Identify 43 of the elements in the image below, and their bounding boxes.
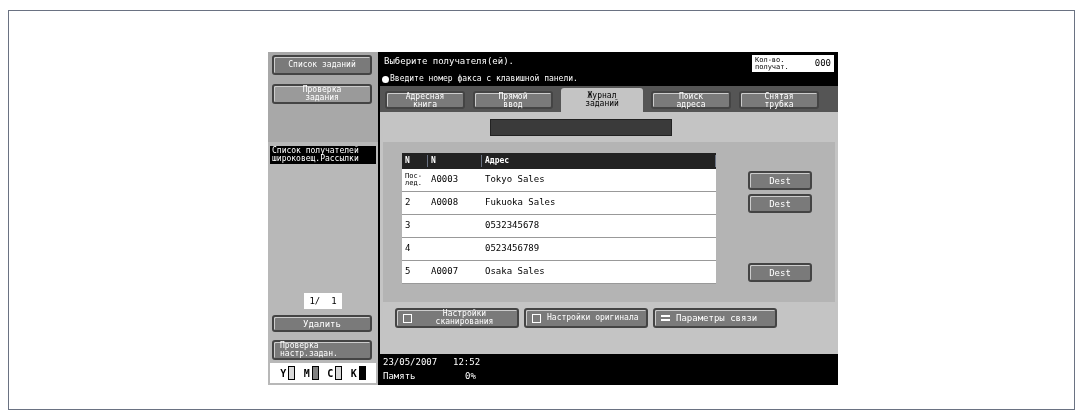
toner-label: M — [303, 366, 310, 381]
tab[interactable]: Поиск адреса — [651, 91, 731, 109]
page-counter: 1/ 1 — [304, 293, 342, 309]
table-cell-text: 3 — [404, 219, 412, 233]
table-cell-text: A0007 — [430, 265, 460, 279]
job-button[interactable]: Список заданий — [272, 55, 372, 75]
date-text: 23/05/2007 — [383, 357, 439, 369]
table-cell-text: Fukuoka Sales — [484, 196, 557, 210]
memory-label: Память — [383, 371, 417, 383]
delete-button[interactable]: Удалить — [272, 315, 372, 332]
column-header: N — [402, 155, 428, 167]
settings-button[interactable]: Настройки оригинала — [524, 308, 648, 328]
table-cell-text: A0003 — [430, 173, 460, 187]
tab[interactable]: Прямой ввод — [473, 91, 553, 109]
column-header: Адрес — [482, 155, 716, 167]
column-header: N — [428, 155, 482, 167]
table-cell-text: Osaka Sales — [484, 265, 546, 279]
toner-label: K — [350, 366, 357, 381]
list-label: Список получателей широковещ.Рассылки — [270, 146, 376, 164]
table-cell-text: 2 — [404, 196, 412, 210]
dest-button[interactable]: Dest — [748, 171, 812, 190]
hint-text: Введите номер факса с клавишной панели. — [390, 73, 578, 85]
tab[interactable]: Адресная книга — [385, 91, 465, 109]
table-cell-text: 5 — [404, 265, 412, 279]
settings-button[interactable]: Параметры связи — [653, 308, 777, 328]
settings-button[interactable]: Настройки сканирования — [395, 308, 519, 328]
tab[interactable]: Журнал заданий — [561, 88, 643, 112]
dest-button[interactable]: Dest — [748, 194, 812, 213]
tab[interactable]: Снятая трубка — [739, 91, 819, 109]
time-text: 12:52 — [453, 357, 482, 369]
table-cell-text: 0523456789 — [484, 242, 541, 256]
table-cell-text: 4 — [404, 242, 412, 256]
toner-label: C — [327, 366, 334, 381]
table-cell-text: A0008 — [430, 196, 460, 210]
dest-button[interactable]: Dest — [748, 263, 812, 282]
job-button[interactable]: Проверка задания — [272, 84, 372, 104]
counter-value: 000 — [814, 56, 831, 70]
toner-label: Y — [280, 366, 287, 381]
table-cell-text: 0532345678 — [484, 219, 541, 233]
check-settings-button[interactable]: Проверка настр.задан. — [272, 340, 372, 360]
prompt-text: Выберите получателя(ей). — [384, 55, 515, 68]
table-cell-text: Tokyo Sales — [484, 173, 546, 187]
memory-value: 0% — [464, 371, 477, 383]
